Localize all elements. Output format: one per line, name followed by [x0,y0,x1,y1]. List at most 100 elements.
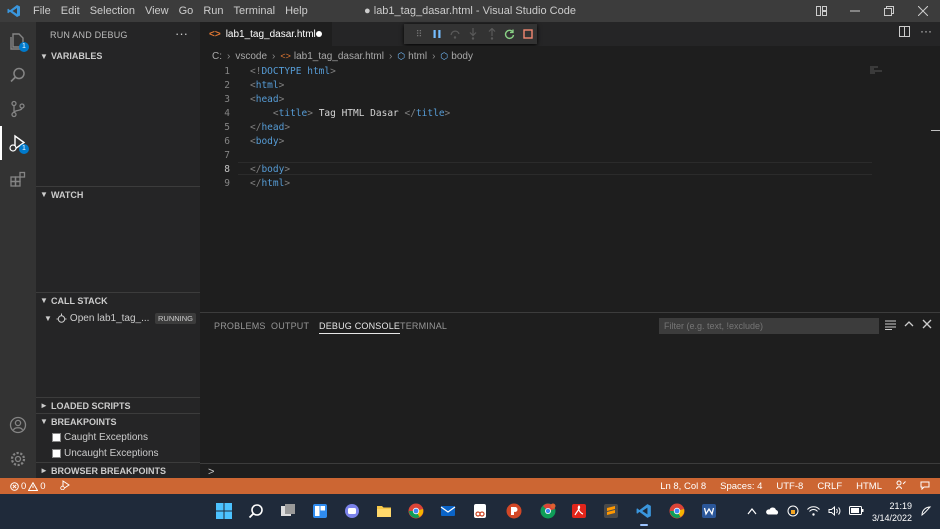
layout-icon[interactable] [804,0,838,22]
drag-handle-icon[interactable]: ⠿ [410,24,428,44]
code-line[interactable]: </body> [250,164,290,175]
close-panel-icon[interactable] [922,319,932,333]
clock[interactable]: 21:19 3/14/2022 [872,500,912,524]
code-line[interactable]: <!DOCTYPE html> [250,66,336,77]
explorer-activity[interactable]: 1 [0,24,36,58]
search-activity[interactable] [0,58,36,92]
mail-icon[interactable] [437,500,459,522]
vpn-icon[interactable] [787,505,799,519]
loaded-scripts-section[interactable]: ► LOADED SCRIPTS [36,397,200,413]
breadcrumb-drive[interactable]: C: [212,51,222,62]
caught-exceptions-checkbox[interactable] [52,432,61,442]
battery-icon[interactable] [848,506,864,517]
menu-file[interactable]: File [28,0,56,22]
call-stack-section[interactable]: ▼ CALL STACK [36,292,200,308]
notifications-icon[interactable] [920,480,930,493]
pen-menu-icon[interactable] [920,505,932,519]
call-stack-item[interactable]: ▼ Open lab1_tag_... RUNNING [44,310,196,326]
close-window-icon[interactable] [906,0,940,22]
extensions-activity[interactable] [0,162,36,196]
breadcrumb-body[interactable]: body [451,51,473,62]
widgets-icon[interactable] [309,500,331,522]
menu-help[interactable]: Help [280,0,313,22]
onedrive-icon[interactable] [765,506,779,517]
breadcrumb-folder[interactable]: vscode [235,51,267,62]
menu-edit[interactable]: Edit [56,0,85,22]
tab-debug-console[interactable]: DEBUG CONSOLE [319,321,401,334]
tab-problems[interactable]: PROBLEMS [214,321,266,331]
breadcrumb-html[interactable]: html [408,51,427,62]
code-line[interactable]: <head> [250,94,284,105]
feedback-icon[interactable] [896,480,906,493]
teams-chat-icon[interactable] [341,500,363,522]
editor-tab[interactable]: <> lab1_tag_dasar.html [200,22,332,46]
caught-exceptions-row[interactable]: Caught Exceptions [52,429,148,445]
menu-terminal[interactable]: Terminal [229,0,281,22]
vscode-taskbar-icon[interactable] [633,500,655,526]
menu-selection[interactable]: Selection [85,0,140,22]
step-into-icon[interactable] [464,24,482,44]
debug-launch-icon[interactable] [59,479,70,493]
wifi-icon[interactable] [807,505,820,518]
tab-output[interactable]: OUTPUT [271,321,309,331]
split-editor-icon[interactable] [899,26,910,40]
code-line[interactable]: <body> [250,136,284,147]
pause-icon[interactable] [428,24,446,44]
variables-section[interactable]: ▼ VARIABLES [36,48,200,64]
stop-icon[interactable] [519,24,537,44]
tab-terminal[interactable]: TERMINAL [400,321,447,331]
browser-breakpoints-section[interactable]: ► BROWSER BREAKPOINTS [36,462,200,478]
uncaught-exceptions-row[interactable]: Uncaught Exceptions [52,445,159,461]
clear-console-icon[interactable] [885,319,896,333]
windows-start-icon[interactable] [213,500,235,522]
menu-view[interactable]: View [140,0,174,22]
task-view-icon[interactable] [277,500,299,522]
line-number: 4 [224,108,230,119]
maximize-panel-icon[interactable] [904,319,914,333]
code-line[interactable]: <title> Tag HTML Dasar </title> [250,108,450,119]
sublime-text-icon[interactable] [600,500,622,522]
language-mode[interactable]: HTML [856,481,882,492]
code-line[interactable]: </head> [250,122,290,133]
cursor-position[interactable]: Ln 8, Col 8 [660,481,706,492]
taskbar-search-icon[interactable] [245,500,267,522]
chrome-profile-icon[interactable] [537,500,559,522]
word-icon[interactable] [698,500,720,522]
restore-icon[interactable] [872,0,906,22]
powerpoint-icon[interactable] [503,500,525,522]
manage-activity[interactable] [0,442,36,476]
restart-icon[interactable] [501,24,519,44]
errors-status[interactable]: 0 0 [10,481,46,492]
menu-run[interactable]: Run [198,0,228,22]
unsaved-dot-icon[interactable] [316,31,322,37]
more-actions-icon[interactable]: ··· [175,26,188,41]
indentation-status[interactable]: Spaces: 4 [720,481,762,492]
volume-icon[interactable] [828,505,841,518]
minimap[interactable] [870,66,900,78]
chevron-up-icon[interactable] [747,507,757,517]
snipping-tool-icon[interactable] [469,500,491,522]
file-explorer-icon[interactable] [373,500,395,522]
code-editor[interactable]: 1 <!DOCTYPE html> 2 <html> 3 <head> 4 <title> … [200,66,940,312]
breakpoints-section[interactable]: ▼ BREAKPOINTS [36,413,200,429]
breadcrumb-file[interactable]: lab1_tag_dasar.html [294,51,384,62]
uncaught-exceptions-checkbox[interactable] [52,448,61,458]
step-over-icon[interactable] [446,24,464,44]
run-debug-activity[interactable]: 1 [0,126,36,160]
debug-console-input[interactable]: > [200,463,940,479]
acrobat-icon[interactable] [568,500,590,522]
encoding-status[interactable]: UTF-8 [776,481,803,492]
eol-status[interactable]: CRLF [817,481,842,492]
accounts-activity[interactable] [0,408,36,442]
step-out-icon[interactable] [483,24,501,44]
minimize-icon[interactable] [838,0,872,22]
source-control-activity[interactable] [0,92,36,126]
filter-input[interactable] [659,318,879,334]
code-line[interactable]: <html> [250,80,284,91]
menu-go[interactable]: Go [174,0,199,22]
chrome-second-icon[interactable] [666,500,688,522]
chrome-icon[interactable] [405,500,427,522]
more-actions-icon[interactable]: ··· [920,25,932,40]
watch-section[interactable]: ▼ WATCH [36,186,200,202]
code-line[interactable]: </html> [250,178,290,189]
